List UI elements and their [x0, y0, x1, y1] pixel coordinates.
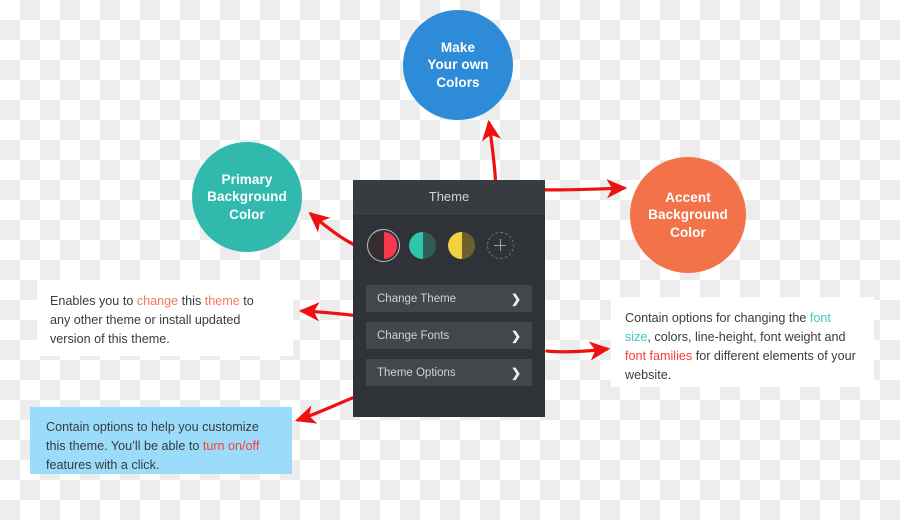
teal-swatch-left-half [409, 232, 423, 259]
callout-left-bottom-text: Contain options to help you customize th… [46, 420, 259, 472]
text-segment: , colors, line-height, font weight and [647, 330, 846, 345]
color-swatch-row [353, 214, 545, 263]
change-theme-label: Change Theme [377, 292, 457, 305]
bubble-line: Background [648, 207, 728, 223]
bubble-accent-background-color: Accent Background Color [630, 157, 746, 273]
yellow-swatch-left-half [448, 232, 462, 259]
change-theme-button[interactable]: Change Theme ❯ [366, 285, 532, 312]
red-swatch-left-half [370, 232, 384, 259]
bubble-primary-background-color: Primary Background Color [192, 142, 302, 252]
theme-panel-buttons: Change Theme ❯ Change Fonts ❯ Theme Opti… [353, 259, 545, 386]
theme-options-button[interactable]: Theme Options ❯ [366, 359, 532, 386]
bubble-make-your-own-colors: Make Your own Colors [403, 10, 513, 120]
change-fonts-button[interactable]: Change Fonts ❯ [366, 322, 532, 349]
theme-panel-header: Theme [353, 180, 545, 214]
bubble-primary-text: Primary Background Color [207, 171, 287, 223]
text-segment: turn on/off [202, 439, 260, 454]
text-segment: Contain options for changing the [625, 311, 810, 325]
panel-title: Theme [428, 189, 470, 204]
red-swatch[interactable] [366, 228, 401, 263]
arrow-change-fonts-callout [545, 341, 611, 361]
text-segment: font families [625, 349, 693, 364]
bubble-line: Accent [665, 190, 711, 206]
text-segment: theme [204, 294, 240, 308]
bubble-line: Color [670, 224, 706, 240]
callout-right-text: Contain options for changing the font si… [625, 311, 856, 382]
chevron-right-icon: ❯ [510, 291, 521, 306]
text-segment: this [178, 294, 205, 308]
bubble-line: Background [207, 189, 287, 205]
yellow-swatch-right-half [461, 232, 475, 259]
bubble-line: Your own [427, 57, 489, 73]
red-swatch-right-half [383, 232, 397, 259]
theme-options-label: Theme Options [377, 366, 456, 379]
text-segment: change [136, 294, 179, 308]
theme-panel: Theme Change Theme ❯ Change Fonts ❯ Them… [353, 180, 545, 417]
add-color-plus-icon[interactable] [487, 232, 514, 259]
text-segment: Enables you to [50, 294, 137, 308]
bubble-line: Make [440, 40, 476, 56]
callout-left-top-text: Enables you to change this theme to any … [50, 294, 254, 346]
chevron-right-icon: ❯ [510, 328, 521, 343]
diagram-canvas: Make Your own Colors Primary Background … [0, 0, 900, 520]
bubble-line: Colors [436, 74, 480, 90]
callout-change-theme: Enables you to change this theme to any … [37, 280, 293, 356]
bubble-make-colors-text: Make Your own Colors [427, 39, 488, 91]
bubble-line: Color [229, 206, 265, 222]
change-fonts-label: Change Fonts [377, 329, 450, 342]
callout-theme-options: Contain options to help you customize th… [30, 407, 292, 474]
yellow-swatch[interactable] [448, 232, 475, 259]
teal-swatch-right-half [422, 232, 436, 259]
teal-swatch[interactable] [409, 232, 436, 259]
text-segment: features with a click. [46, 458, 160, 473]
chevron-right-icon: ❯ [510, 365, 521, 380]
bubble-line: Primary [221, 172, 273, 188]
callout-change-fonts: Contain options for changing the font si… [611, 297, 874, 387]
bubble-accent-text: Accent Background Color [648, 189, 728, 241]
